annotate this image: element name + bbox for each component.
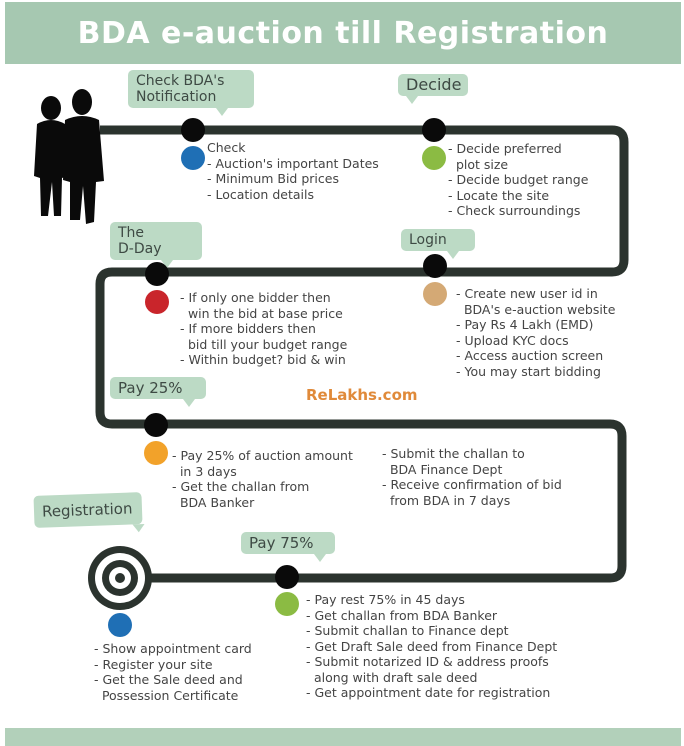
step-text-submit-challan: - Submit the challan to BDA Finance Dept…	[382, 446, 562, 508]
step-label-d-day: The D-Day	[110, 222, 202, 268]
step-label-pay-75: Pay 75%	[241, 532, 335, 562]
step-dot-registration	[108, 613, 132, 637]
step-text-pay-25: - Pay 25% of auction amount in 3 days - …	[172, 448, 353, 510]
timeline-node	[275, 565, 299, 589]
step-dot-login	[423, 282, 447, 306]
people-silhouette-icon	[34, 89, 104, 224]
step-label-login: Login	[401, 229, 475, 259]
step-text-check: Check - Auction's important Dates - Mini…	[207, 140, 379, 202]
timeline-node	[423, 254, 447, 278]
timeline-node	[181, 118, 205, 142]
step-dot-pay-75	[275, 592, 299, 616]
step-dot-decide	[422, 146, 446, 170]
footer-bar	[5, 728, 681, 746]
step-text-login: - Create new user id in BDA's e-auction …	[456, 286, 616, 379]
step-text-registration: - Show appointment card - Register your …	[94, 641, 252, 703]
step-label-pay-25: Pay 25%	[110, 377, 206, 407]
step-dot-d-day	[145, 290, 169, 314]
step-dot-pay-25	[144, 441, 168, 465]
step-dot-check	[181, 146, 205, 170]
watermark: ReLakhs.com	[306, 386, 418, 404]
step-text-pay-75: - Pay rest 75% in 45 days - Get challan …	[306, 592, 558, 700]
step-label-decide: Decide	[398, 74, 468, 104]
timeline-node	[422, 118, 446, 142]
timeline-node	[144, 413, 168, 437]
step-label-registration: Registration	[33, 492, 143, 528]
step-text-d-day: - If only one bidder then win the bid at…	[180, 290, 348, 367]
timeline-node	[145, 262, 169, 286]
target-icon	[88, 546, 152, 610]
step-text-decide: - Decide preferred plot size - Decide bu…	[448, 141, 589, 218]
step-label-check-notification: Check BDA's Notification	[128, 70, 254, 116]
